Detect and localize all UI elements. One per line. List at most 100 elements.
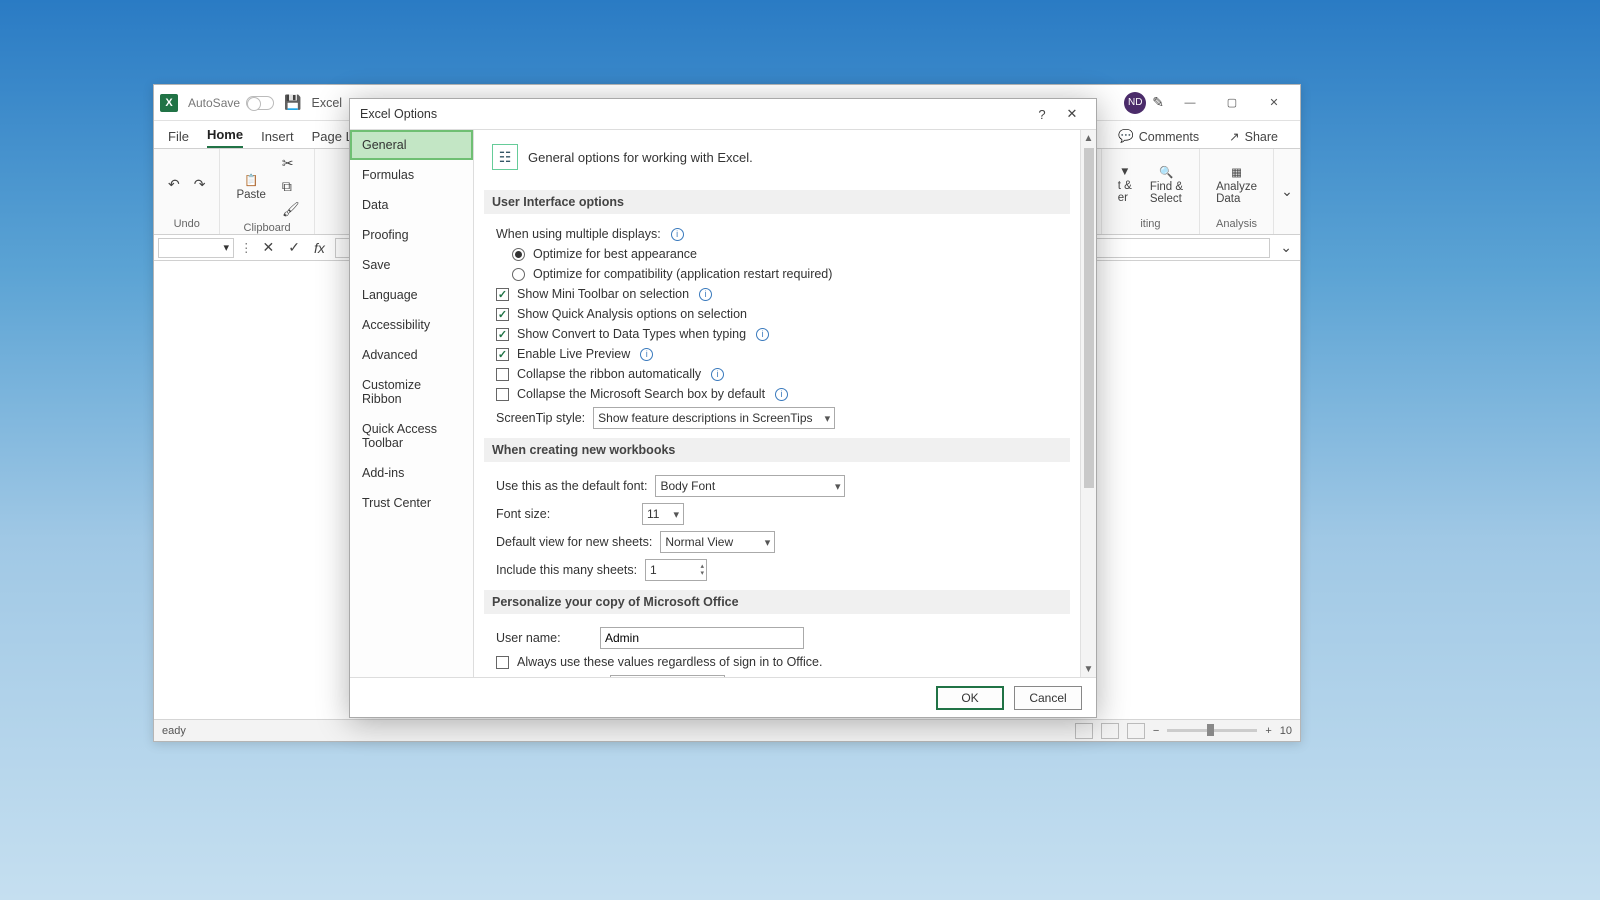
sidebar-item-addins[interactable]: Add-ins — [350, 458, 473, 488]
info-icon[interactable]: i — [671, 228, 684, 241]
autosave-toggle[interactable]: AutoSave — [188, 96, 274, 110]
enter-formula-icon[interactable]: ✓ — [284, 237, 304, 258]
comments-button[interactable]: 💬 Comments — [1110, 125, 1207, 148]
group-undo: ↶↷ Undo — [154, 149, 220, 234]
expand-formula-icon[interactable]: ⌄ — [1276, 237, 1296, 258]
sidebar-item-proofing[interactable]: Proofing — [350, 220, 473, 250]
status-ready: eady — [162, 725, 186, 737]
zoom-slider[interactable] — [1167, 729, 1257, 732]
page-break-view-icon[interactable] — [1127, 723, 1145, 739]
minimize-button[interactable]: — — [1170, 89, 1210, 117]
zoom-in-icon[interactable]: + — [1265, 725, 1271, 737]
radio-compat-label: Optimize for compatibility (application … — [533, 267, 832, 281]
section-personalize: Personalize your copy of Microsoft Offic… — [484, 590, 1070, 614]
undo-icon[interactable]: ↶ — [164, 174, 184, 195]
info-icon[interactable]: i — [699, 288, 712, 301]
dialog-content: ☷ General options for working with Excel… — [474, 130, 1080, 677]
checkbox-convert-datatypes[interactable] — [496, 328, 509, 341]
format-painter-icon[interactable]: 🖌 — [278, 199, 304, 220]
help-button[interactable]: ? — [1028, 102, 1056, 126]
dialog-titlebar: Excel Options ? ✕ — [350, 99, 1096, 129]
sort-filter-button[interactable]: ▼t & er — [1112, 162, 1138, 208]
group-analysis: ▦Analyze Data Analysis — [1200, 149, 1274, 234]
analyze-data-button[interactable]: ▦Analyze Data — [1210, 161, 1263, 209]
checkbox-collapse-search[interactable] — [496, 388, 509, 401]
paste-button[interactable]: 📋Paste — [230, 169, 271, 205]
copy-icon[interactable]: ⧉ — [278, 176, 304, 197]
sidebar-item-trust-center[interactable]: Trust Center — [350, 488, 473, 518]
checkbox-collapse-ribbon[interactable] — [496, 368, 509, 381]
section-new-workbooks: When creating new workbooks — [484, 438, 1070, 462]
dialog-sidebar: General Formulas Data Proofing Save Lang… — [350, 130, 474, 677]
username-input[interactable] — [600, 627, 804, 649]
sidebar-item-qat[interactable]: Quick Access Toolbar — [350, 414, 473, 458]
clipboard-icon: 📋 — [244, 173, 258, 187]
checkbox-mini-toolbar[interactable] — [496, 288, 509, 301]
share-button[interactable]: ↗ Share — [1221, 125, 1286, 148]
checkbox-live-preview[interactable] — [496, 348, 509, 361]
analyze-icon: ▦ — [1231, 165, 1242, 179]
office-bg-select[interactable]: Circles and Stripes — [610, 675, 725, 677]
group-editing: ▼t & er 🔍Find & Select iting — [1102, 149, 1200, 234]
save-icon[interactable]: 💾 — [284, 94, 301, 111]
tab-file[interactable]: File — [168, 125, 189, 148]
excel-options-dialog: Excel Options ? ✕ General Formulas Data … — [349, 98, 1097, 718]
toggle-off-icon — [246, 96, 274, 110]
sidebar-item-advanced[interactable]: Advanced — [350, 340, 473, 370]
sidebar-item-customize-ribbon[interactable]: Customize Ribbon — [350, 370, 473, 414]
sidebar-item-data[interactable]: Data — [350, 190, 473, 220]
section-ui-options: User Interface options — [484, 190, 1070, 214]
cancel-button[interactable]: Cancel — [1014, 686, 1082, 710]
name-box[interactable]: ▾ — [158, 238, 234, 258]
sidebar-item-general[interactable]: General — [350, 130, 473, 160]
default-font-label: Use this as the default font: — [496, 479, 647, 493]
scroll-down-icon[interactable]: ▼ — [1081, 661, 1096, 677]
find-select-button[interactable]: 🔍Find & Select — [1144, 161, 1189, 209]
info-icon[interactable]: i — [711, 368, 724, 381]
dialog-title: Excel Options — [360, 107, 437, 121]
info-icon[interactable]: i — [756, 328, 769, 341]
user-avatar[interactable]: ND — [1124, 92, 1146, 114]
default-view-select[interactable]: Normal View — [660, 531, 775, 553]
zoom-out-icon[interactable]: − — [1153, 725, 1159, 737]
funnel-icon: ▼ — [1119, 166, 1130, 178]
cancel-formula-icon[interactable]: ✕ — [259, 237, 279, 258]
redo-icon[interactable]: ↷ — [190, 174, 210, 195]
normal-view-icon[interactable] — [1075, 723, 1093, 739]
checkbox-always-values[interactable] — [496, 656, 509, 669]
info-icon[interactable]: i — [640, 348, 653, 361]
group-clipboard: 📋Paste ✂ ⧉ 🖌 Clipboard — [220, 149, 314, 234]
fx-icon[interactable]: fx — [310, 238, 329, 258]
radio-compatibility[interactable] — [512, 268, 525, 281]
info-icon[interactable]: i — [775, 388, 788, 401]
page-layout-view-icon[interactable] — [1101, 723, 1119, 739]
pen-icon[interactable]: ✎ — [1148, 92, 1168, 113]
ok-button[interactable]: OK — [936, 686, 1004, 710]
dialog-scrollbar[interactable]: ▲ ▼ — [1080, 130, 1096, 677]
sidebar-item-accessibility[interactable]: Accessibility — [350, 310, 473, 340]
sidebar-item-formulas[interactable]: Formulas — [350, 160, 473, 190]
close-window-button[interactable]: ✕ — [1254, 89, 1294, 117]
sidebar-item-save[interactable]: Save — [350, 250, 473, 280]
radio-best-appearance[interactable] — [512, 248, 525, 261]
status-bar: eady − + 10 — [154, 719, 1300, 741]
screentip-select[interactable]: Show feature descriptions in ScreenTips — [593, 407, 835, 429]
checkbox-quick-analysis[interactable] — [496, 308, 509, 321]
sidebar-item-language[interactable]: Language — [350, 280, 473, 310]
sheets-spinner[interactable]: 1 — [645, 559, 707, 581]
username-label: User name: — [496, 631, 592, 645]
tab-home[interactable]: Home — [207, 123, 243, 148]
zoom-percent[interactable]: 10 — [1280, 725, 1292, 737]
scroll-thumb[interactable] — [1084, 148, 1094, 488]
cut-icon[interactable]: ✂ — [278, 153, 304, 174]
font-size-select[interactable]: 11 — [642, 503, 684, 525]
excel-app-icon: X — [160, 94, 178, 112]
chevron-down-icon[interactable]: ⌄ — [1277, 181, 1297, 202]
document-title: Excel — [311, 96, 342, 110]
close-dialog-button[interactable]: ✕ — [1058, 102, 1086, 126]
scroll-up-icon[interactable]: ▲ — [1081, 130, 1096, 146]
tab-insert[interactable]: Insert — [261, 125, 294, 148]
autosave-label: AutoSave — [188, 96, 240, 110]
maximize-button[interactable]: ▢ — [1212, 89, 1252, 117]
default-font-select[interactable]: Body Font — [655, 475, 845, 497]
